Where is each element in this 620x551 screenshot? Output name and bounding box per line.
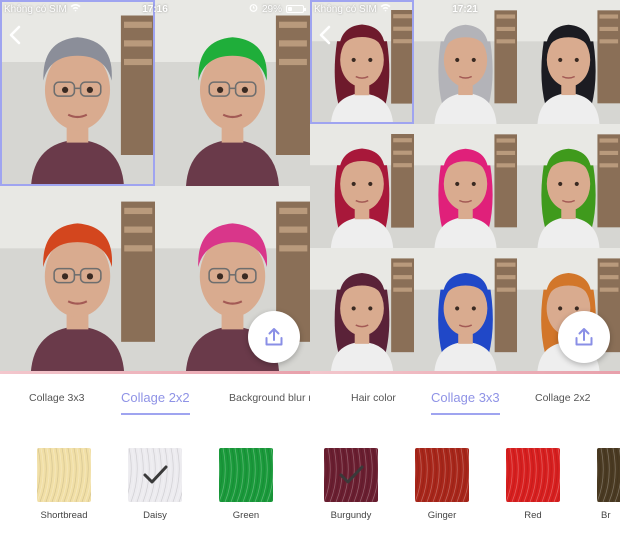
left-screen: Không có SIM 17:16 29% Collage 3x3 Colla… — [0, 0, 310, 551]
swatch-shortbread[interactable]: Shortbread — [29, 448, 99, 521]
swatch-burgundy[interactable]: Burgundy — [316, 448, 386, 521]
tab-hair-color[interactable]: Hair color — [351, 382, 396, 404]
swatch-label: Ginger — [427, 510, 457, 521]
tab-bar: Hair color Collage 3x3 Collage 2x2 — [310, 382, 620, 418]
swatch-box — [128, 448, 182, 502]
collage-cell[interactable] — [310, 124, 414, 248]
battery-icon — [286, 5, 306, 13]
tab-collage-2x2[interactable]: Collage 2x2 — [121, 382, 190, 415]
right-screen: Không có SIM 17:21 Hair color Collage 3x… — [310, 0, 620, 551]
collage-cell[interactable] — [517, 124, 620, 248]
swatch-label: Daisy — [143, 510, 167, 521]
share-button[interactable] — [248, 311, 300, 363]
chevron-left-icon — [9, 25, 21, 45]
swatch-red[interactable]: Red — [498, 448, 568, 521]
collage-cell[interactable] — [517, 0, 620, 124]
checkmark-icon — [324, 448, 378, 502]
swatch-box — [415, 448, 469, 502]
back-button[interactable] — [316, 24, 336, 46]
carrier-text: Không có SIM — [314, 3, 377, 15]
swatch-label: Red — [524, 510, 542, 521]
collage-cell[interactable] — [414, 0, 517, 124]
swatch-box — [37, 448, 91, 502]
wifi-icon — [380, 3, 391, 15]
swatch-label: Green — [232, 510, 260, 521]
swatch-daisy[interactable]: Daisy — [120, 448, 190, 521]
checkmark-icon — [128, 448, 182, 502]
back-button[interactable] — [6, 24, 26, 46]
active-tab-underline — [121, 413, 190, 415]
tab-bar: Collage 3x3 Collage 2x2 Background blur … — [0, 382, 310, 418]
swatch-box — [597, 448, 620, 502]
chevron-left-icon — [319, 25, 331, 45]
share-upload-icon — [265, 328, 283, 346]
swatch-label: Burgundy — [330, 510, 372, 521]
status-time: 17:21 — [452, 3, 478, 15]
collage-cell[interactable] — [0, 186, 155, 373]
swatch-box — [506, 448, 560, 502]
divider-line — [310, 371, 620, 374]
tab-background-blur[interactable]: Background blur r — [229, 382, 310, 404]
swatch-green[interactable]: Green — [211, 448, 281, 521]
alarm-icon — [249, 3, 258, 15]
battery-fill — [288, 7, 292, 11]
status-time: 17:16 — [142, 3, 168, 15]
collage-cell[interactable] — [414, 124, 517, 248]
collage-cell[interactable] — [310, 248, 414, 373]
swatch-box — [324, 448, 378, 502]
tab-collage-3x3[interactable]: Collage 3x3 — [431, 382, 500, 415]
collage-cell[interactable] — [414, 248, 517, 373]
divider-line — [0, 371, 310, 374]
status-bar: Không có SIM 17:16 29% — [0, 0, 310, 18]
status-bar: Không có SIM 17:21 — [310, 0, 620, 18]
collage-cell[interactable] — [155, 0, 310, 186]
swatch-label: Br — [601, 510, 611, 521]
battery-percent: 29% — [261, 3, 282, 15]
wifi-icon — [70, 3, 81, 15]
swatch-brown[interactable]: Br — [589, 448, 620, 521]
share-button[interactable] — [558, 311, 610, 363]
collage-cell[interactable] — [310, 0, 414, 124]
swatch-label: Shortbread — [40, 510, 88, 521]
tab-collage-2x2[interactable]: Collage 2x2 — [535, 382, 590, 404]
carrier-text: Không có SIM — [4, 3, 67, 15]
swatch-box — [219, 448, 273, 502]
share-upload-icon — [575, 328, 593, 346]
tab-collage-3x3[interactable]: Collage 3x3 — [29, 382, 84, 404]
active-tab-underline — [431, 413, 500, 415]
swatch-ginger[interactable]: Ginger — [407, 448, 477, 521]
